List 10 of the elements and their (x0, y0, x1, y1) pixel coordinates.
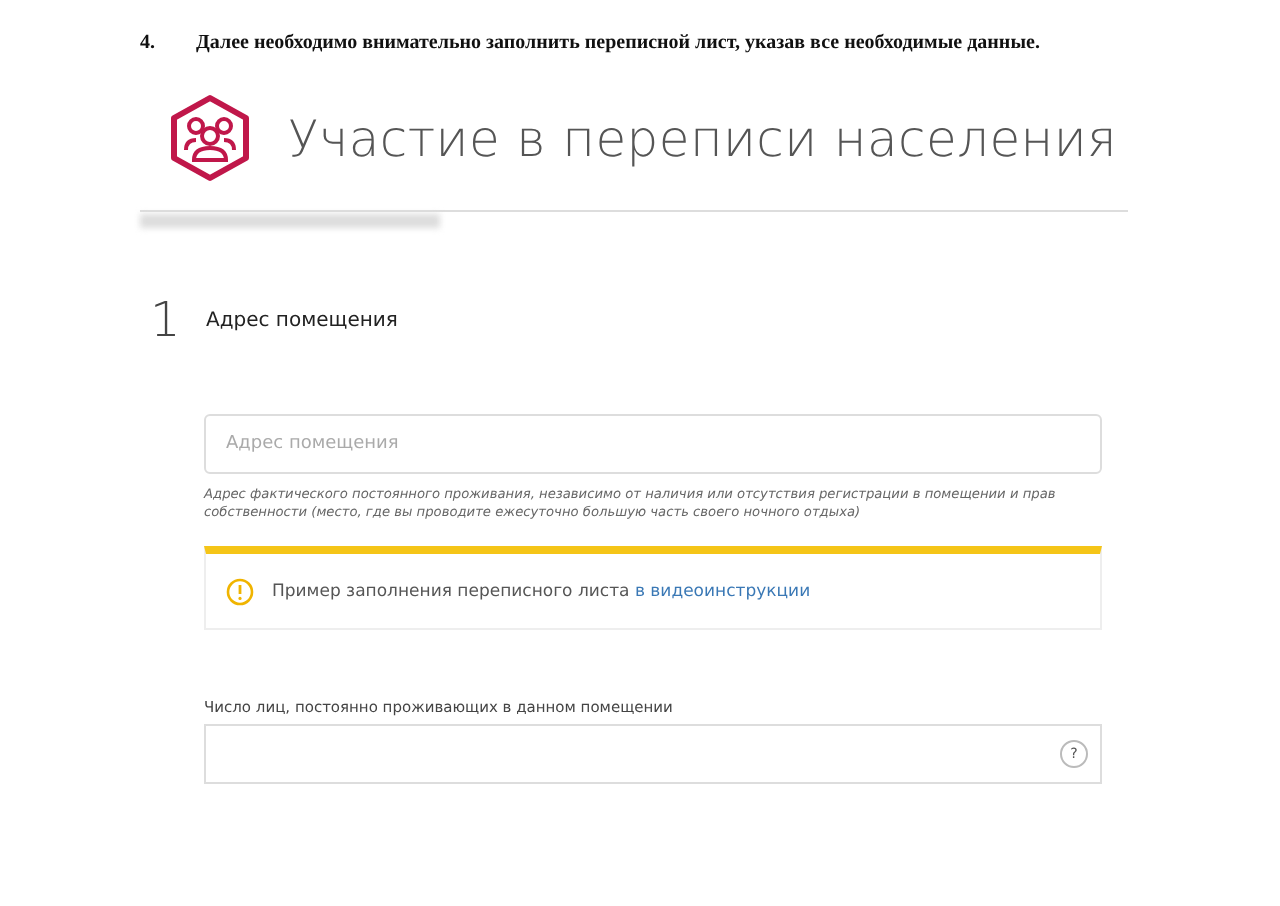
step-number: 1 (148, 292, 183, 348)
list-number: 4. (140, 32, 157, 54)
step-title: Адрес помещения (206, 309, 398, 331)
warning-icon (226, 577, 254, 605)
notice-text: Пример заполнения переписного листа в видеоинструкции (272, 581, 811, 601)
page-title: Участие в переписи населения (288, 109, 1117, 167)
instruction-text: Далее необходимо внимательно заполнить переписной лист, указав все необходимые данные. (196, 32, 1040, 54)
people-icon (168, 94, 252, 182)
video-link[interactable]: в видеоинструкции (634, 581, 811, 601)
address-field[interactable]: Адрес помещения (204, 414, 1102, 474)
